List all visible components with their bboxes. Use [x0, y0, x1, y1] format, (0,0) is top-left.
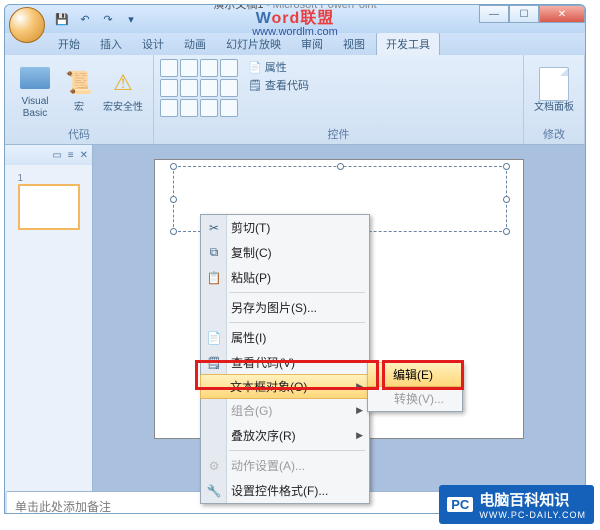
- ctx-textbox-object[interactable]: 文本框对象(O)▶: [200, 374, 370, 399]
- sub-edit[interactable]: 编辑(E): [367, 362, 463, 387]
- maximize-button[interactable]: ☐: [509, 5, 539, 23]
- ctx-cut[interactable]: ✂剪切(T): [201, 215, 369, 240]
- document-icon: [539, 67, 569, 101]
- macro-button[interactable]: 📜 宏: [63, 59, 95, 123]
- redo-icon[interactable]: ↷: [99, 10, 117, 28]
- watermark-logo: Word联盟: [256, 11, 335, 27]
- window-controls: — ☐ ✕: [479, 5, 585, 23]
- slide-thumbnail-1[interactable]: 1: [18, 173, 80, 230]
- ctx-order[interactable]: 叠放次序(R)▶: [201, 423, 369, 448]
- ctx-paste[interactable]: 📋粘贴(P): [201, 265, 369, 290]
- format-icon: 🔧: [206, 484, 222, 498]
- view-code-button[interactable]: 🗒查看代码: [248, 77, 309, 93]
- macro-security-button[interactable]: ⚠ 宏安全性: [99, 59, 147, 123]
- group-label-code: 代码: [11, 124, 147, 142]
- title-center: 演示文稿1 - Microsoft PowerPoint Word联盟 www.…: [213, 4, 376, 38]
- context-submenu: 编辑(E) 转换(V)...: [367, 362, 463, 412]
- properties-icon: 📄: [248, 61, 262, 74]
- viewcode-icon: 🗒: [206, 356, 222, 370]
- submenu-arrow-icon: ▶: [356, 381, 363, 392]
- close-button[interactable]: ✕: [539, 5, 585, 23]
- macro-icon: 📜: [64, 69, 94, 99]
- slide-panel: ▭ ≡ ✕ 1: [5, 145, 93, 491]
- ribbon: Visual Basic 📜 宏 ⚠ 宏安全性 代码: [5, 55, 585, 145]
- ctx-save-as-picture[interactable]: 另存为图片(S)...: [201, 295, 369, 320]
- vb-icon: [20, 67, 50, 89]
- office-button[interactable]: [9, 7, 45, 43]
- cut-icon: ✂: [206, 221, 222, 235]
- visual-basic-button[interactable]: Visual Basic: [11, 59, 59, 123]
- footer-watermark: PC 电脑百科知识 WWW.PC-DAILY.COM: [439, 485, 594, 524]
- ctx-action-settings: ⚙动作设置(A)...: [201, 453, 369, 478]
- minimize-button[interactable]: —: [479, 5, 509, 23]
- qat-dropdown-icon[interactable]: ▾: [122, 10, 140, 28]
- tab-insert[interactable]: 插入: [91, 33, 131, 55]
- outline-tab-icon[interactable]: ▭: [52, 150, 61, 161]
- quick-access-toolbar: 💾 ↶ ↷ ▾: [53, 10, 140, 28]
- ctx-format-control[interactable]: 🔧设置控件格式(F)...: [201, 478, 369, 503]
- sub-convert: 转换(V)...: [368, 386, 462, 411]
- action-icon: ⚙: [206, 459, 222, 473]
- titlebar: 💾 ↶ ↷ ▾ 演示文稿1 - Microsoft PowerPoint Wor…: [5, 5, 585, 33]
- context-menu: ✂剪切(T) ⧉复制(C) 📋粘贴(P) 另存为图片(S)... 📄属性(I) …: [200, 214, 370, 504]
- undo-icon[interactable]: ↶: [76, 10, 94, 28]
- watermark-url: www.wordlm.com: [252, 27, 338, 38]
- doc-panel-button[interactable]: 文档面板: [530, 59, 578, 123]
- tab-animation[interactable]: 动画: [175, 33, 215, 55]
- close-panel-icon[interactable]: ✕: [80, 150, 88, 161]
- code-icon: 🗒: [248, 79, 262, 92]
- ribbon-group-code: Visual Basic 📜 宏 ⚠ 宏安全性 代码: [5, 55, 154, 144]
- warning-icon: ⚠: [108, 69, 138, 99]
- app-window: 💾 ↶ ↷ ▾ 演示文稿1 - Microsoft PowerPoint Wor…: [4, 4, 586, 514]
- ribbon-group-controls: 📄属性 🗒查看代码 控件: [154, 55, 524, 144]
- ctx-group: 组合(G)▶: [201, 398, 369, 423]
- group-label-controls: 控件: [160, 124, 517, 142]
- props-icon: 📄: [206, 331, 222, 345]
- save-icon[interactable]: 💾: [53, 10, 71, 28]
- copy-icon: ⧉: [206, 245, 222, 260]
- controls-gallery[interactable]: [160, 59, 238, 117]
- thumb-number: 1: [18, 173, 80, 184]
- tab-design[interactable]: 设计: [133, 33, 173, 55]
- tab-home[interactable]: 开始: [49, 33, 89, 55]
- ribbon-group-modify: 文档面板 修改: [524, 55, 585, 144]
- tab-developer[interactable]: 开发工具: [376, 32, 440, 55]
- paste-icon: 📋: [206, 271, 222, 285]
- ctx-copy[interactable]: ⧉复制(C): [201, 240, 369, 265]
- properties-button[interactable]: 📄属性: [248, 59, 309, 75]
- slides-tab-icon[interactable]: ≡: [68, 150, 74, 161]
- ctx-properties[interactable]: 📄属性(I): [201, 325, 369, 350]
- ctx-view-code[interactable]: 🗒查看代码(V): [201, 350, 369, 375]
- group-label-modify: 修改: [530, 124, 578, 142]
